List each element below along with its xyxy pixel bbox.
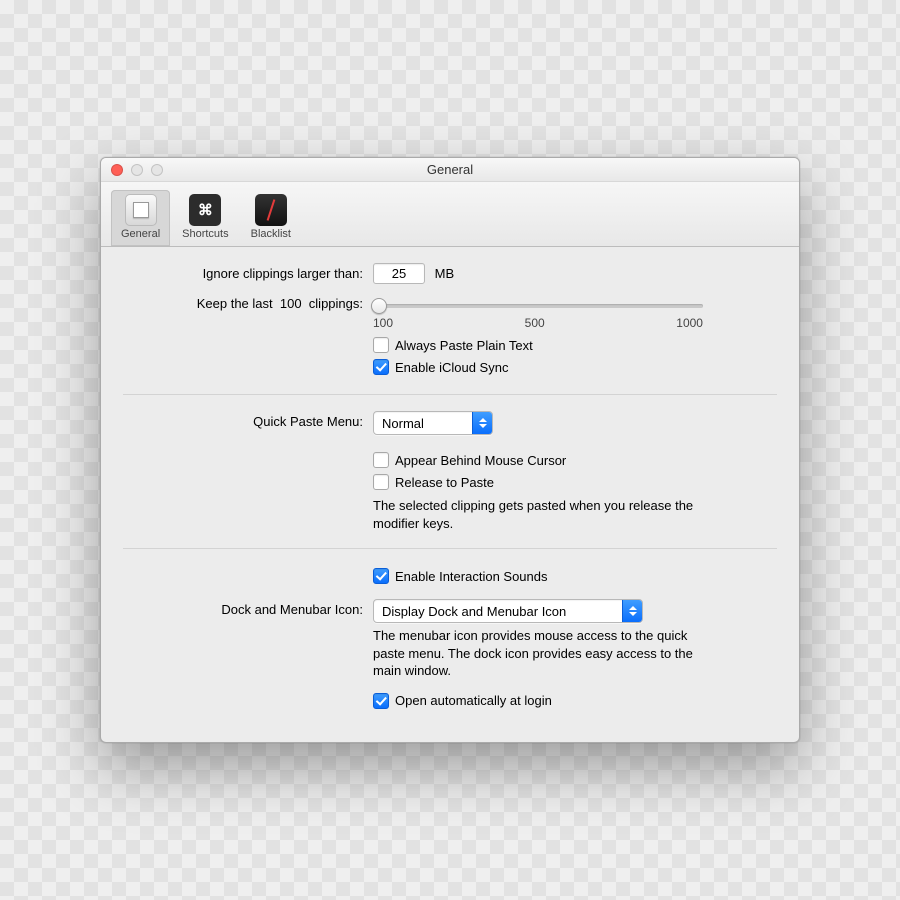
slider-thumb[interactable] [371, 298, 387, 314]
checkbox-label: Release to Paste [395, 475, 494, 490]
close-icon[interactable] [111, 164, 123, 176]
select-value: Display Dock and Menubar Icon [382, 604, 566, 619]
tab-label: Blacklist [251, 228, 291, 240]
tab-shortcuts[interactable]: ⌘ Shortcuts [172, 190, 238, 246]
tab-blacklist[interactable]: Blacklist [241, 190, 301, 246]
row-sounds: Enable Interaction Sounds [123, 559, 777, 593]
separator [123, 548, 777, 549]
checkbox-icon [373, 474, 389, 490]
dock-menubar-help: The menubar icon provides mouse access t… [373, 627, 703, 680]
checkbox-icon [373, 359, 389, 375]
select-value: Normal [382, 416, 424, 431]
checkbox-label: Enable Interaction Sounds [395, 569, 548, 584]
keep-last-slider[interactable]: 100 500 1000 [373, 304, 703, 330]
dock-menubar-select[interactable]: Display Dock and Menubar Icon [373, 599, 643, 623]
keep-last-value: 100 [280, 296, 302, 311]
traffic-lights [111, 164, 163, 176]
checkbox-always-plain-text[interactable]: Always Paste Plain Text [373, 334, 777, 356]
window-title: General [427, 162, 473, 177]
checkbox-appear-behind-cursor[interactable]: Appear Behind Mouse Cursor [373, 449, 777, 471]
zoom-icon[interactable] [151, 164, 163, 176]
checkbox-label: Always Paste Plain Text [395, 338, 533, 353]
keep-last-label: Keep the last 100 clippings: [123, 296, 373, 311]
titlebar: General [101, 158, 799, 182]
release-to-paste-help: The selected clipping gets pasted when y… [373, 497, 703, 532]
tab-label: Shortcuts [182, 228, 228, 240]
checkbox-label: Enable iCloud Sync [395, 360, 508, 375]
minimize-icon[interactable] [131, 164, 143, 176]
checkbox-icon [373, 568, 389, 584]
dock-menubar-label: Dock and Menubar Icon: [123, 599, 373, 617]
toolbar: General ⌘ Shortcuts Blacklist [101, 182, 799, 247]
tab-general[interactable]: General [111, 190, 170, 246]
separator [123, 394, 777, 395]
chevron-up-down-icon [622, 600, 642, 622]
checkbox-label: Open automatically at login [395, 693, 552, 708]
ignore-size-unit: MB [435, 266, 455, 281]
checkbox-enable-interaction-sounds[interactable]: Enable Interaction Sounds [373, 565, 777, 587]
checkbox-icon [373, 337, 389, 353]
slider-tick-labels: 100 500 1000 [373, 316, 703, 330]
quick-paste-label: Quick Paste Menu: [123, 411, 373, 429]
row-ignore-size: Ignore clippings larger than: MB [123, 257, 777, 290]
checkbox-open-at-login[interactable]: Open automatically at login [373, 690, 777, 712]
checkbox-enable-icloud-sync[interactable]: Enable iCloud Sync [373, 356, 777, 378]
checkbox-icon [373, 452, 389, 468]
checkbox-release-to-paste[interactable]: Release to Paste [373, 471, 777, 493]
chevron-up-down-icon [472, 412, 492, 434]
checkbox-icon [373, 693, 389, 709]
ignore-size-input[interactable] [373, 263, 425, 284]
row-keep-last: Keep the last 100 clippings: 100 500 100… [123, 290, 777, 384]
ignore-size-label: Ignore clippings larger than: [123, 263, 373, 281]
general-icon [125, 194, 157, 226]
row-quick-paste-menu: Quick Paste Menu: Normal Appear Behind M… [123, 405, 777, 538]
quick-paste-select[interactable]: Normal [373, 411, 493, 435]
preferences-window: General General ⌘ Shortcuts Blacklist Ig… [100, 157, 800, 743]
content: Ignore clippings larger than: MB Keep th… [101, 247, 799, 742]
command-icon: ⌘ [189, 194, 221, 226]
blacklist-icon [255, 194, 287, 226]
row-dock-menubar: Dock and Menubar Icon: Display Dock and … [123, 593, 777, 718]
tab-label: General [121, 228, 160, 240]
checkbox-label: Appear Behind Mouse Cursor [395, 453, 566, 468]
